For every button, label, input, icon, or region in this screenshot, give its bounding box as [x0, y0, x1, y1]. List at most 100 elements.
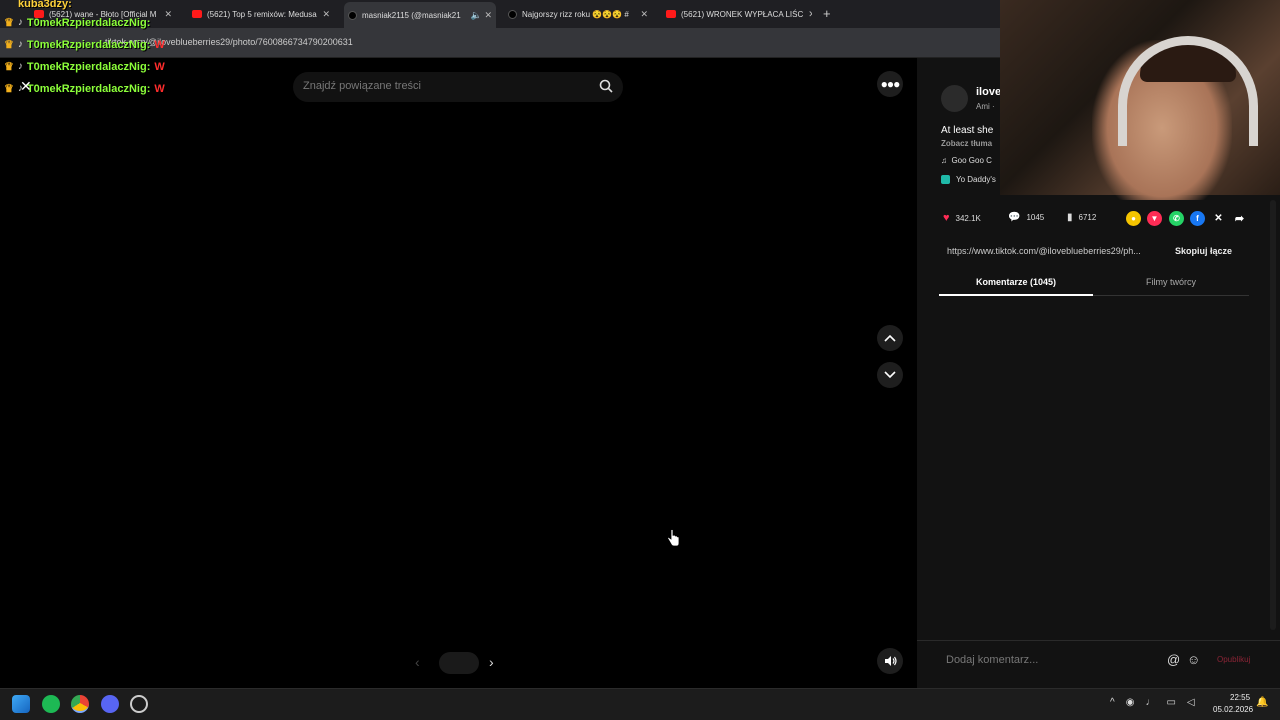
- music-note-icon: ♪: [17, 17, 23, 28]
- network-icon[interactable]: ▭: [1166, 697, 1175, 708]
- crown-icon: ♛: [4, 17, 14, 29]
- see-translation-link[interactable]: Zobacz tłuma: [941, 139, 992, 148]
- save-stat[interactable]: ▮ 6712: [1067, 212, 1096, 223]
- crown-icon: ♛: [4, 39, 14, 51]
- chat-name: T0mekRzpierdalaczNig:: [26, 60, 151, 73]
- sidebar-scrollbar[interactable]: [1270, 200, 1276, 630]
- like-stat[interactable]: ♥ 342.1K: [943, 212, 981, 224]
- prev-photo-arrow[interactable]: ‹: [415, 654, 420, 670]
- chat-name: T0mekRzpierdalaczNig:: [26, 38, 151, 51]
- tab-title: (5621) Top 5 remixów: Medusa: [207, 9, 317, 19]
- mention-icon[interactable]: @: [1167, 652, 1180, 667]
- close-tab-icon[interactable]: ✕: [322, 9, 334, 20]
- chevron-up-icon[interactable]: ^: [1110, 697, 1115, 708]
- taskbar: [0, 688, 1280, 720]
- previous-post-button[interactable]: [877, 325, 903, 351]
- browser-tab[interactable]: (5621) Top 5 remixów: Medusa ✕: [188, 4, 334, 24]
- discord-tray-icon[interactable]: ◉: [1126, 697, 1135, 708]
- clock-date[interactable]: 05.02.2026: [1213, 705, 1253, 714]
- new-tab-button[interactable]: +: [823, 6, 831, 21]
- effect-link[interactable]: Yo Daddy's: [941, 175, 996, 184]
- share-tiktok-icon[interactable]: ▼: [1147, 211, 1162, 226]
- more-horizontal-icon: ●●●: [880, 77, 901, 91]
- hand-cursor-icon: [667, 529, 680, 547]
- post-comment-button[interactable]: Opublikuj: [1217, 655, 1250, 664]
- more-options-button[interactable]: ●●●: [877, 71, 903, 97]
- notification-bell-icon[interactable]: 🔔: [1256, 697, 1268, 708]
- browser-tab[interactable]: Najgorszy rizz roku 😵😵😵 # ✕: [504, 4, 652, 24]
- tab-comments[interactable]: Komentarze (1045): [939, 272, 1093, 296]
- youtube-icon: [192, 10, 202, 18]
- share-whatsapp-icon[interactable]: ✆: [1169, 211, 1184, 226]
- system-tray: ^ ◉ ♩ ▭ ◁: [1110, 697, 1195, 708]
- like-count: 342.1K: [955, 213, 981, 223]
- volume-button[interactable]: [877, 648, 903, 674]
- chat-line: ♛ ♪ T0mekRzpierdalaczNig: W: [4, 60, 165, 74]
- chevron-down-icon: [884, 371, 896, 379]
- comment-stat[interactable]: 💬 1045: [1008, 212, 1044, 223]
- chat-message: W: [154, 82, 165, 95]
- next-post-button[interactable]: [877, 362, 903, 388]
- chat-name: T0mekRzpierdalaczNig:: [26, 82, 151, 95]
- search-icon[interactable]: [599, 79, 613, 93]
- app-icon[interactable]: [130, 695, 148, 713]
- effect-title: Yo Daddy's: [956, 175, 996, 184]
- chat-name: T0mekRzpierdalaczNig:: [26, 16, 151, 29]
- chevron-up-icon: [884, 334, 896, 342]
- tab-title: masniak2115 (@masniak21: [362, 10, 461, 20]
- chat-message: W: [154, 60, 165, 73]
- copy-link-button[interactable]: Skopiuj łącze: [1175, 246, 1232, 256]
- music-link[interactable]: ♫ Goo Goo C: [941, 156, 992, 165]
- tiktok-icon: [348, 10, 357, 20]
- close-viewer-button[interactable]: ✕: [20, 78, 32, 95]
- music-note-icon: ♪: [17, 39, 23, 50]
- speaker-icon[interactable]: ◁: [1187, 697, 1195, 708]
- share-forward-icon[interactable]: ➦: [1232, 211, 1247, 226]
- chrome-icon[interactable]: [71, 695, 89, 713]
- crown-icon: ♛: [4, 61, 14, 73]
- music-note-icon: ♫: [941, 156, 952, 165]
- close-tab-icon[interactable]: ✕: [164, 9, 176, 20]
- heart-icon: ♥: [943, 212, 950, 224]
- youtube-icon: [666, 10, 676, 18]
- comment-count: 1045: [1026, 213, 1045, 222]
- microphone-icon[interactable]: ♩: [1145, 697, 1155, 708]
- author-subtitle: Ami ·: [976, 102, 995, 111]
- clock-time[interactable]: 22:55: [1230, 693, 1250, 702]
- share-x-icon[interactable]: ✕: [1211, 211, 1226, 226]
- chat-line: ♛ ♪ T0mekRzpierdalaczNig: W: [4, 38, 165, 52]
- music-title: Goo Goo C: [951, 156, 992, 165]
- share-facebook-icon[interactable]: f: [1190, 211, 1205, 226]
- bookmark-icon: ▮: [1067, 212, 1073, 223]
- close-tab-icon[interactable]: ✕: [808, 9, 812, 20]
- close-tab-icon[interactable]: ✕: [640, 9, 652, 20]
- browser-tab-active[interactable]: masniak2115 (@masniak21 🔈 ✕: [344, 2, 496, 28]
- share-coin-icon[interactable]: ●: [1126, 211, 1141, 226]
- post-caption: At least she: [941, 125, 994, 136]
- post-link[interactable]: https://www.tiktok.com/@iloveblueberries…: [947, 246, 1161, 256]
- next-photo-arrow[interactable]: ›: [489, 654, 494, 670]
- photo-pager-indicator: [439, 652, 479, 674]
- tab-creator-videos[interactable]: Filmy twórcy: [1093, 272, 1249, 296]
- windows-start-icon[interactable]: [12, 695, 30, 713]
- avatar[interactable]: [941, 85, 968, 112]
- crown-icon: ♛: [4, 83, 14, 95]
- comment-bubble-icon: 💬: [1008, 212, 1021, 223]
- author-name[interactable]: ilove: [976, 86, 1001, 98]
- tab-title: Najgorszy rizz roku 😵😵😵 #: [522, 9, 629, 19]
- spotify-icon[interactable]: [42, 695, 60, 713]
- save-count: 6712: [1078, 213, 1097, 222]
- browser-tab[interactable]: (5621) WRONEK WYPŁACA LIŚC ✕: [662, 4, 812, 24]
- close-tab-icon[interactable]: 🔈 ✕: [471, 10, 496, 21]
- chat-username: kuba3dzy:: [18, 0, 72, 10]
- discord-icon[interactable]: [101, 695, 119, 713]
- comment-input[interactable]: Dodaj komentarz...: [946, 654, 1038, 666]
- search-placeholder: Znajdź powiązane treści: [303, 80, 422, 92]
- photo-viewer[interactable]: [0, 58, 917, 688]
- music-note-icon: ♪: [17, 61, 23, 72]
- chat-message: W: [154, 38, 165, 51]
- volume-icon: [884, 656, 897, 666]
- chat-line: ♛ ♪ T0mekRzpierdalaczNig:: [4, 16, 154, 30]
- emoji-icon[interactable]: ☺: [1187, 652, 1200, 667]
- tab-title: (5621) WRONEK WYPŁACA LIŚC: [681, 9, 804, 19]
